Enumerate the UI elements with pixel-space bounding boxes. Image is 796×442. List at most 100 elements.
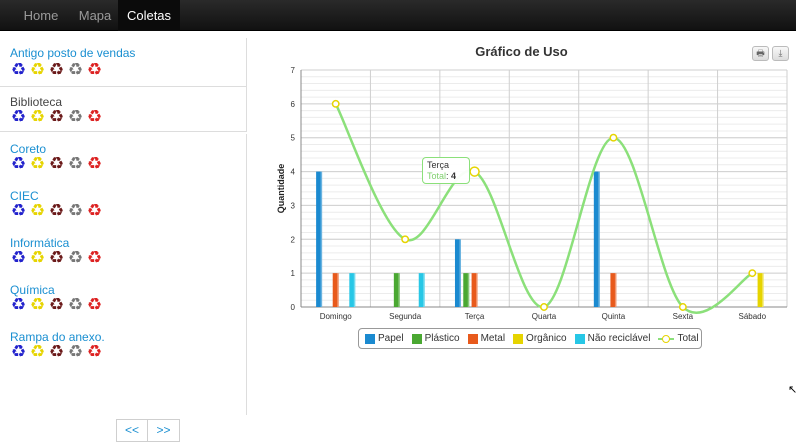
y-tick-label: 1 (291, 269, 296, 278)
nav-mapa[interactable]: Mapa (68, 0, 122, 31)
x-tick-label: Sexta (673, 312, 694, 321)
top-navbar: Home Mapa Coletas (0, 0, 796, 31)
bar-highlight (320, 171, 323, 307)
recycle-icon: ♻ (67, 342, 84, 362)
recycle-icon: ♻ (10, 342, 27, 362)
total-point (401, 235, 410, 244)
legend-metal[interactable]: Metal (467, 333, 505, 344)
y-axis-title: Quantidade (276, 164, 286, 214)
chart-tooltip: Terça Total: 4 (422, 157, 470, 184)
bar-highlight (467, 273, 470, 307)
legend-nao-reciclavel[interactable]: Não reciclável (574, 333, 651, 344)
y-tick-label: 2 (291, 235, 296, 244)
location-item[interactable]: Química ♻ ♻ ♻ ♻ ♻ (0, 275, 247, 322)
bar-highlight (614, 273, 617, 307)
nav-coletas[interactable]: Coletas (118, 0, 180, 31)
recycle-icon: ♻ (48, 107, 65, 127)
legend-label: Orgânico (526, 333, 567, 344)
recycle-icons: ♻ ♻ ♻ ♻ ♻ (10, 250, 103, 267)
bar-highlight (459, 239, 461, 307)
recycle-icons: ♻ ♻ ♻ ♻ ♻ (10, 203, 103, 220)
recycle-icons: ♻ ♻ ♻ ♻ ♻ (10, 62, 103, 79)
pagination: << >> (116, 419, 180, 442)
location-item[interactable]: Antigo posto de vendas ♻ ♻ ♻ ♻ ♻ (0, 38, 247, 87)
location-item[interactable]: Rampa do anexo. ♻ ♻ ♻ ♻ ♻ (0, 322, 247, 415)
recycle-icon: ♻ (10, 201, 27, 221)
bar-highlight (353, 273, 356, 307)
x-tick-label: Sábado (738, 312, 766, 321)
legend-label: Total (677, 333, 699, 344)
recycle-icon: ♻ (67, 60, 84, 80)
next-page-button[interactable]: >> (148, 419, 180, 442)
recycle-icon: ♻ (86, 107, 103, 127)
usage-chart: 0 1 2 3 4 5 6 7 Quantidade Domingo Segunda Terça Qua… (276, 66, 788, 321)
location-name[interactable]: Antigo posto de vendas (10, 46, 135, 60)
legend-swatch (365, 333, 375, 344)
legend-total[interactable]: Total (658, 333, 699, 344)
total-point (540, 303, 548, 311)
nav-home[interactable]: Home (14, 0, 68, 31)
recycle-icon: ♻ (10, 154, 27, 174)
recycle-icon: ♻ (29, 107, 46, 127)
legend-plastico[interactable]: Plástico (411, 333, 460, 344)
recycle-icons: ♻ ♻ ♻ ♻ ♻ (10, 156, 103, 173)
recycle-icon: ♻ (10, 295, 27, 315)
location-item[interactable]: Coreto ♻ ♻ ♻ ♻ ♻ (0, 134, 247, 181)
recycle-icon: ♻ (67, 107, 84, 127)
recycle-icon: ♻ (29, 248, 46, 268)
legend-papel[interactable]: Papel (365, 333, 404, 344)
recycle-icon: ♻ (67, 248, 84, 268)
bar-highlight (762, 273, 764, 307)
recycle-icon: ♻ (86, 60, 103, 80)
recycle-icon: ♻ (29, 60, 46, 80)
x-tick-label: Domingo (320, 312, 353, 321)
chart-legend: Papel Plástico Metal Orgânico Não recicl… (358, 328, 702, 349)
y-tick-label: 5 (291, 134, 296, 143)
y-tick-label: 6 (291, 100, 296, 109)
recycle-icon: ♻ (48, 201, 65, 221)
recycle-icon: ♻ (10, 107, 27, 127)
bar-highlight (476, 273, 478, 307)
legend-label: Plástico (424, 333, 460, 344)
x-tick-label: Terça (465, 312, 485, 321)
recycle-icons: ♻ ♻ ♻ ♻ ♻ (10, 109, 103, 126)
total-point (331, 99, 340, 108)
location-sidebar: Antigo posto de vendas ♻ ♻ ♻ ♻ ♻ Biblioteca … (0, 38, 247, 442)
total-point (748, 269, 757, 278)
recycle-icon: ♻ (29, 201, 46, 221)
recycle-icon: ♻ (48, 342, 65, 362)
total-point (609, 133, 618, 142)
bar-highlight (398, 273, 400, 307)
total-point (469, 166, 480, 177)
prev-page-button[interactable]: << (116, 419, 148, 442)
recycle-icon: ♻ (67, 201, 84, 221)
recycle-icon: ♻ (48, 295, 65, 315)
legend-swatch (467, 333, 478, 344)
recycle-icon: ♻ (29, 154, 46, 174)
location-item[interactable]: Biblioteca ♻ ♻ ♻ ♻ ♻ (0, 87, 247, 132)
recycle-icon: ♻ (29, 342, 46, 362)
tooltip-label: Total (427, 171, 447, 181)
recycle-icon: ♻ (10, 60, 27, 80)
recycle-icon: ♻ (86, 154, 103, 174)
legend-line-swatch (658, 334, 675, 344)
recycle-icons: ♻ ♻ ♻ ♻ ♻ (10, 344, 103, 361)
x-tick-label: Segunda (389, 312, 422, 321)
bar-highlight (423, 273, 425, 307)
recycle-icons: ♻ ♻ ♻ ♻ ♻ (10, 297, 103, 314)
recycle-icon: ♻ (10, 248, 27, 268)
location-item[interactable]: CIEC ♻ ♻ ♻ ♻ ♻ (0, 181, 247, 228)
recycle-icon: ♻ (67, 295, 84, 315)
y-tick-label: 3 (291, 201, 296, 210)
bar-highlight (598, 171, 600, 307)
legend-label: Não reciclável (587, 333, 651, 344)
bar-highlight (337, 273, 339, 307)
recycle-icon: ♻ (86, 201, 103, 221)
location-item[interactable]: Informática ♻ ♻ ♻ ♻ ♻ (0, 228, 247, 275)
x-tick-label: Quarta (532, 312, 557, 321)
legend-swatch (513, 333, 524, 344)
mouse-cursor-icon: ↖ (788, 384, 796, 396)
legend-swatch (411, 333, 422, 344)
legend-swatch (574, 333, 585, 344)
legend-organico[interactable]: Orgânico (513, 333, 567, 344)
